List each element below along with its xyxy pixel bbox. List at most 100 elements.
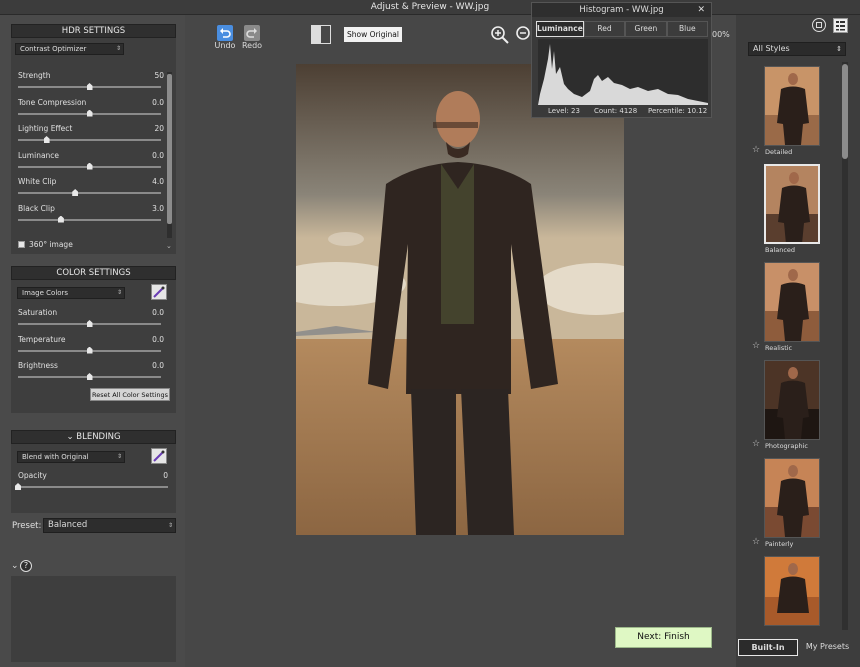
color-settings-section: COLOR SETTINGS Image Colors ⇕ Reset All …: [11, 266, 176, 413]
list-view-icon[interactable]: [833, 18, 848, 33]
next-finish-button[interactable]: Next: Finish: [615, 627, 712, 648]
split-view-icon: [312, 26, 321, 43]
hdr-slider-value: 50: [154, 71, 164, 80]
color-slider-thumb[interactable]: [86, 320, 93, 327]
style-thumbnail[interactable]: [764, 66, 820, 146]
style-thumbnail-label: Balanced: [765, 246, 796, 254]
hdr-slider-track[interactable]: [18, 218, 161, 221]
styles-filter-value: All Styles: [753, 44, 790, 53]
hdr-slider-thumb[interactable]: [72, 189, 79, 196]
blend-color-button[interactable]: [151, 448, 167, 464]
hdr-slider-label: Lighting Effect: [18, 124, 73, 133]
hdr-slider-value: 3.0: [152, 203, 164, 213]
opacity-value: 0: [163, 471, 168, 480]
histogram-window[interactable]: Histogram - WW.jpg ✕ Luminance Red Green…: [531, 2, 712, 118]
hdr-slider-thumb[interactable]: [86, 162, 93, 170]
single-view-icon[interactable]: [812, 18, 826, 32]
histogram-titlebar: Histogram - WW.jpg ✕: [532, 3, 711, 17]
color-picker-button[interactable]: [151, 284, 167, 300]
color-slider-thumb[interactable]: [86, 346, 93, 354]
hdr-slider-value: 0.0: [152, 97, 164, 107]
opacity-slider-thumb[interactable]: [15, 483, 21, 490]
chevron-down-icon[interactable]: ⌄: [66, 432, 76, 442]
hdr-slider-thumb[interactable]: [86, 83, 93, 90]
color-mode-value: Image Colors: [22, 289, 69, 297]
blending-section: ⌄ BLENDING Blend with Original ⇕ Opacity…: [11, 430, 176, 513]
360-image-label: 360° image: [29, 240, 73, 249]
updown-icon: ⇕: [167, 522, 173, 529]
opacity-slider-track[interactable]: [18, 486, 168, 488]
hdr-slider-value: 4.0: [152, 177, 164, 186]
help-icon[interactable]: ?: [20, 560, 32, 572]
color-slider-thumb[interactable]: [86, 373, 93, 380]
preview-image[interactable]: [296, 64, 624, 535]
styles-scrollbar[interactable]: [842, 62, 848, 630]
undo-icon: [217, 25, 233, 41]
histogram-count: Count: 4128: [594, 107, 638, 115]
favorite-star-icon[interactable]: ☆: [752, 439, 760, 449]
style-thumbnail-label: Realistic: [765, 344, 793, 352]
undo-label: Undo: [214, 41, 236, 50]
style-thumbnail-label: Painterly: [765, 540, 794, 548]
updown-icon: ⇕: [116, 453, 122, 460]
preset-dropdown[interactable]: Balanced ⇕: [43, 518, 176, 533]
favorite-star-icon[interactable]: ☆: [752, 537, 760, 547]
360-image-checkbox[interactable]: [18, 241, 25, 248]
undo-button[interactable]: Undo: [214, 25, 236, 50]
tab-my-presets[interactable]: My Presets: [800, 639, 855, 656]
hdr-scrollbar-thumb[interactable]: [167, 74, 172, 224]
blend-mode-value: Blend with Original: [22, 453, 89, 461]
color-mode-dropdown[interactable]: Image Colors ⇕: [17, 287, 125, 299]
favorite-star-icon[interactable]: ☆: [752, 341, 760, 351]
window-title: Adjust & Preview - WW.jpg: [370, 2, 490, 12]
color-slider-label: Temperature: [18, 334, 66, 344]
hdr-slider-label: White Clip: [18, 177, 57, 186]
show-original-button[interactable]: Show Original: [344, 27, 402, 42]
histogram-tabs: Luminance Red Green Blue: [536, 21, 708, 37]
histogram-level: Level: 23: [548, 107, 580, 115]
hdr-slider-value: 0.0: [152, 150, 164, 160]
close-icon[interactable]: ✕: [697, 3, 705, 17]
color-slider-label: Brightness: [18, 361, 58, 370]
zoom-out-icon[interactable]: [515, 25, 531, 45]
tab-luminance[interactable]: Luminance: [536, 21, 584, 37]
color-slider-value: 0.0: [152, 308, 164, 317]
style-thumbnail[interactable]: [764, 262, 820, 342]
zoom-percentage: 00%: [712, 30, 730, 39]
blend-mode-dropdown[interactable]: Blend with Original ⇕: [17, 451, 125, 463]
eyedropper-icon: [153, 286, 165, 298]
tab-built-in[interactable]: Built-In: [738, 639, 798, 656]
redo-icon: [244, 25, 260, 41]
hdr-method-dropdown[interactable]: Contrast Optimizer ⇕: [15, 43, 124, 55]
style-thumbnail[interactable]: [764, 164, 820, 244]
hdr-slider-label: Strength: [18, 71, 51, 80]
favorite-star-icon[interactable]: ☆: [752, 145, 760, 155]
scroll-down-icon[interactable]: ⌄: [166, 242, 172, 250]
hdr-slider-thumb[interactable]: [43, 136, 50, 143]
hdr-slider-track[interactable]: [18, 139, 161, 141]
hdr-slider-thumb[interactable]: [57, 215, 64, 223]
styles-scrollbar-thumb[interactable]: [842, 64, 848, 159]
hdr-slider-thumb[interactable]: [86, 109, 93, 117]
opacity-label: Opacity: [18, 471, 47, 480]
updown-icon: ⇕: [116, 289, 122, 296]
window-titlebar: Adjust & Preview - WW.jpg: [0, 0, 860, 15]
compare-split-button[interactable]: [311, 25, 331, 44]
redo-button[interactable]: Redo: [241, 25, 263, 50]
reset-color-settings-button[interactable]: Reset All Color Settings: [90, 388, 170, 401]
help-panel: [11, 576, 176, 662]
tab-red[interactable]: Red: [583, 21, 626, 37]
styles-filter-dropdown[interactable]: All Styles ⇕: [748, 42, 846, 56]
hdr-scrollbar[interactable]: [167, 72, 172, 238]
tab-green[interactable]: Green: [625, 21, 667, 37]
style-thumbnail-label: Detailed: [765, 148, 793, 156]
style-thumbnail[interactable]: [764, 458, 820, 538]
style-thumbnail[interactable]: [764, 360, 820, 440]
zoom-in-icon[interactable]: [490, 25, 510, 45]
updown-icon: ⇕: [115, 45, 121, 52]
style-thumbnail[interactable]: [764, 556, 820, 626]
hdr-slider-track[interactable]: [18, 192, 161, 194]
updown-icon: ⇕: [836, 45, 842, 53]
chevron-down-icon[interactable]: ⌄: [11, 561, 19, 571]
tab-blue[interactable]: Blue: [666, 21, 708, 37]
